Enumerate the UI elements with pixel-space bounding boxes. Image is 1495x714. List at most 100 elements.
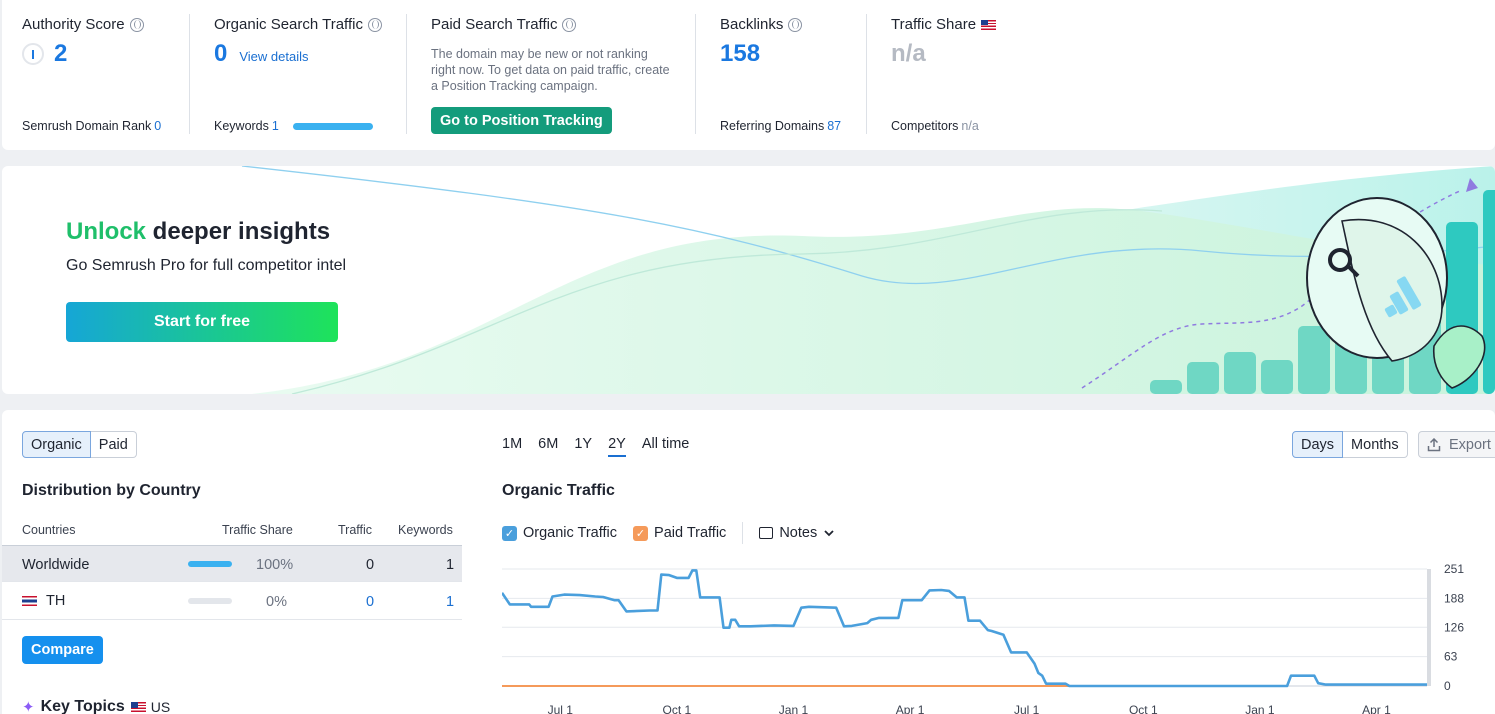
key-topics-country[interactable]: US bbox=[130, 699, 170, 714]
range-all-time[interactable]: All time bbox=[642, 436, 690, 457]
traffic-value: 0 bbox=[366, 557, 375, 573]
organic-search-traffic-metric: Organic Search Traffic 0 View details Ke… bbox=[214, 0, 404, 150]
traffic-share-bar bbox=[188, 598, 232, 604]
chart-right-edge bbox=[1427, 569, 1431, 686]
table-row-th[interactable]: TH 0% 0 1 bbox=[2, 583, 462, 620]
x-tick-label: Jan 1 bbox=[1245, 703, 1275, 714]
promo-banner: Unlock deeper insights Go Semrush Pro fo… bbox=[2, 166, 1495, 394]
column-countries: Countries bbox=[22, 523, 76, 537]
semrush-domain-rank: Semrush Domain Rank 0 bbox=[22, 119, 162, 133]
organic-traffic-chart[interactable]: 0 63 126 188 251 Jul 1 Oct 1 Jan 1 Apr 1 Jul 1 Oct… bbox=[502, 560, 1482, 714]
metric-divider bbox=[406, 14, 407, 134]
table-row-worldwide[interactable]: Worldwide 100% 0 1 bbox=[2, 545, 462, 582]
checkbox-checked-icon[interactable]: ✓ bbox=[633, 525, 649, 541]
organic-traffic-value[interactable]: 0 bbox=[214, 40, 227, 68]
traffic-share-title: Traffic Share bbox=[891, 16, 997, 33]
notes-dropdown[interactable]: Notes bbox=[759, 525, 835, 541]
keywords-count: Keywords 1 bbox=[214, 119, 373, 133]
checkbox-checked-icon[interactable]: ✓ bbox=[502, 525, 517, 541]
traffic-share-metric: Traffic Share n/a Competitors n/a bbox=[891, 0, 1051, 150]
chart-legend: ✓ Organic Traffic ✓ Paid Traffic Notes bbox=[502, 522, 851, 544]
legend-paid-traffic[interactable]: ✓ Paid Traffic bbox=[633, 525, 726, 541]
days-months-toggle: Days Months bbox=[1292, 431, 1408, 458]
y-tick-label: 63 bbox=[1444, 650, 1458, 664]
x-tick-label: Oct 1 bbox=[1129, 703, 1158, 714]
distribution-by-country-title: Distribution by Country bbox=[22, 482, 201, 499]
legend-divider bbox=[742, 522, 744, 544]
keywords-value: 1 bbox=[446, 557, 455, 573]
toggle-days[interactable]: Days bbox=[1292, 431, 1344, 458]
y-tick-label: 0 bbox=[1444, 679, 1451, 693]
x-tick-label: Apr 1 bbox=[896, 703, 925, 714]
traffic-share-value: 0% bbox=[266, 594, 287, 610]
toggle-organic[interactable]: Organic bbox=[22, 431, 91, 458]
column-traffic-share[interactable]: Traffic Share bbox=[222, 523, 293, 537]
organic-paid-toggle: Organic Paid bbox=[22, 431, 137, 458]
thailand-flag-icon bbox=[22, 596, 37, 606]
metric-divider bbox=[189, 14, 190, 134]
backlinks-metric: Backlinks 158 Referring Domains 87 bbox=[720, 0, 865, 150]
referring-domains: Referring Domains 87 bbox=[720, 119, 842, 133]
start-for-free-button[interactable]: Start for free bbox=[66, 302, 338, 342]
series-line-organic-traffic bbox=[502, 569, 1427, 688]
globe-icon[interactable] bbox=[367, 17, 382, 32]
note-icon bbox=[759, 527, 774, 539]
organic-traffic-chart-title: Organic Traffic bbox=[502, 482, 615, 499]
range-1y[interactable]: 1Y bbox=[574, 436, 592, 457]
traffic-share-bar bbox=[188, 561, 232, 567]
globe-icon[interactable] bbox=[562, 17, 577, 32]
export-button[interactable]: Export bbox=[1418, 431, 1495, 458]
paid-traffic-description: The domain may be new or not ranking rig… bbox=[431, 47, 670, 93]
compare-button[interactable]: Compare bbox=[22, 636, 103, 664]
keywords-bar bbox=[292, 123, 373, 131]
authority-score-metric: Authority Score 2 Semrush Domain Rank 0 bbox=[22, 0, 187, 150]
metric-divider bbox=[695, 14, 696, 134]
key-topics-heading: ✦ Key Topics US bbox=[22, 698, 171, 714]
authority-score-ring-icon bbox=[22, 43, 44, 65]
metrics-card: Authority Score 2 Semrush Domain Rank 0 O… bbox=[2, 0, 1495, 150]
column-keywords[interactable]: Keywords bbox=[398, 523, 453, 537]
range-2y[interactable]: 2Y bbox=[608, 436, 626, 457]
y-tick-label: 188 bbox=[1444, 591, 1464, 605]
view-details-link[interactable]: View details bbox=[239, 49, 308, 64]
export-icon bbox=[1427, 437, 1441, 451]
organic-search-traffic-title: Organic Search Traffic bbox=[214, 16, 382, 33]
us-flag-icon bbox=[130, 702, 146, 712]
x-tick-label: Jul 1 bbox=[548, 703, 574, 714]
column-traffic[interactable]: Traffic bbox=[338, 523, 372, 537]
traffic-share-value: 100% bbox=[256, 557, 294, 573]
x-tick-label: Apr 1 bbox=[1362, 703, 1391, 714]
x-tick-label: Jul 1 bbox=[1014, 703, 1040, 714]
country-name: Worldwide bbox=[22, 557, 90, 573]
us-flag-icon bbox=[981, 19, 997, 30]
metric-divider bbox=[866, 14, 867, 134]
sparkle-icon: ✦ bbox=[22, 699, 35, 714]
paid-search-traffic-title: Paid Search Traffic bbox=[431, 16, 577, 33]
banner-headline: Unlock deeper insights bbox=[66, 218, 331, 245]
range-6m[interactable]: 6M bbox=[538, 436, 558, 457]
toggle-paid[interactable]: Paid bbox=[90, 431, 137, 458]
traffic-share-value: n/a bbox=[891, 40, 926, 67]
x-tick-label: Oct 1 bbox=[663, 703, 692, 714]
globe-icon[interactable] bbox=[788, 17, 803, 32]
legend-organic-traffic[interactable]: ✓ Organic Traffic bbox=[502, 525, 617, 541]
authority-score-title: Authority Score bbox=[22, 16, 144, 33]
toggle-months[interactable]: Months bbox=[1343, 431, 1408, 458]
country-name: TH bbox=[22, 593, 65, 609]
y-tick-label: 126 bbox=[1444, 620, 1464, 634]
paid-search-traffic-metric: Paid Search Traffic The domain may be ne… bbox=[431, 0, 691, 150]
competitors-count: Competitors n/a bbox=[891, 119, 979, 133]
range-1m[interactable]: 1M bbox=[502, 436, 522, 457]
traffic-section: Organic Paid Distribution by Country Cou… bbox=[2, 410, 1495, 714]
globe-icon[interactable] bbox=[129, 17, 144, 32]
banner-subtitle: Go Semrush Pro for full competitor intel bbox=[66, 257, 347, 274]
traffic-value-link[interactable]: 0 bbox=[366, 594, 374, 610]
go-to-position-tracking-button[interactable]: Go to Position Tracking bbox=[431, 107, 612, 134]
x-tick-label: Jan 1 bbox=[779, 703, 809, 714]
authority-score-value[interactable]: 2 bbox=[54, 40, 67, 68]
banner-illustration bbox=[241, 166, 1495, 394]
keywords-value-link[interactable]: 1 bbox=[446, 594, 454, 610]
chevron-down-icon bbox=[824, 530, 834, 537]
date-range-selector: 1M 6M 1Y 2Y All time bbox=[502, 436, 689, 457]
backlinks-value[interactable]: 158 bbox=[720, 40, 760, 67]
